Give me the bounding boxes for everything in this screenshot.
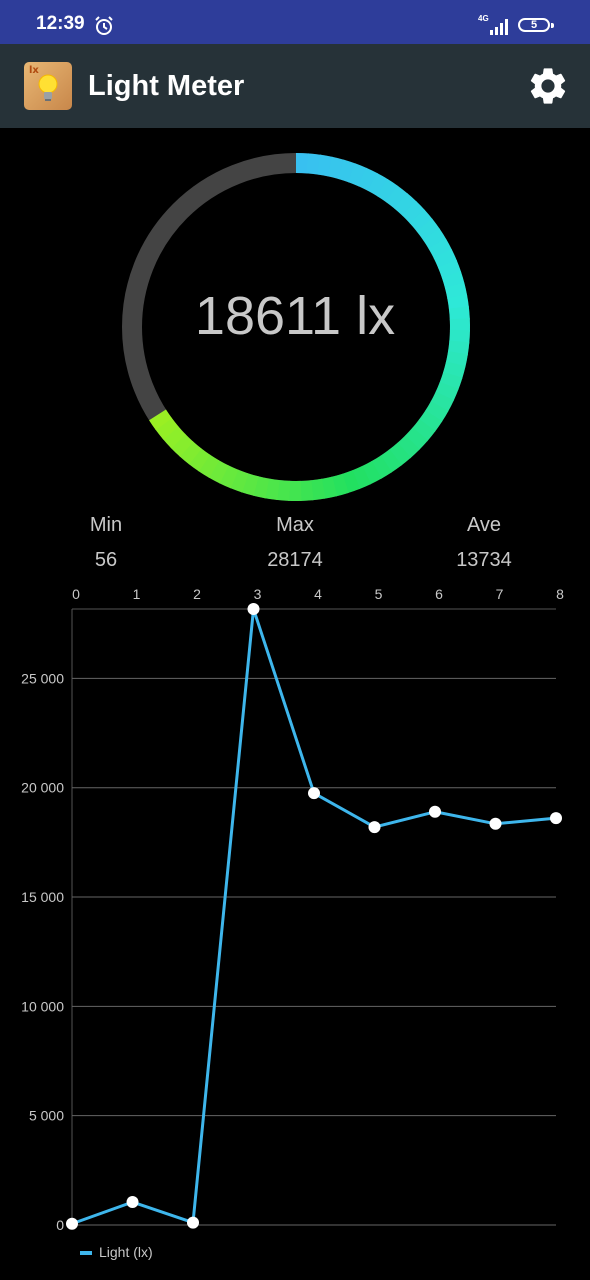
gauge-arc-segment [317, 154, 334, 177]
y-tick-label: 0 [56, 1217, 64, 1233]
status-bar: 12:39 4G 5 [0, 0, 590, 44]
x-tick-label: 3 [254, 586, 262, 602]
x-tick-label: 1 [133, 586, 141, 602]
data-point [126, 1196, 139, 1209]
data-point [66, 1217, 78, 1230]
x-tick-label: 5 [375, 586, 383, 602]
gauge-arc-segment [331, 473, 349, 497]
gear-icon[interactable] [526, 64, 570, 108]
gauge-arc-segment [376, 178, 399, 203]
data-point [489, 817, 502, 830]
gauge-arc-segment [402, 200, 426, 224]
min-label: Min [89, 514, 123, 536]
y-tick-label: 5 000 [29, 1108, 64, 1124]
data-point [550, 812, 562, 825]
y-tick-label: 25 000 [21, 670, 64, 686]
gauge-arc-segment [188, 447, 211, 472]
gauge-arc-segment [428, 238, 453, 259]
gauge-arc-segment [179, 441, 202, 465]
ave-label: Ave [466, 514, 502, 536]
gauge-arc-segment [306, 153, 322, 175]
gauge-arc-segment [361, 460, 382, 485]
data-point [368, 821, 381, 834]
x-tick-label: 0 [72, 586, 80, 602]
series-line [71, 607, 557, 1226]
gauge-arc-segment [320, 476, 338, 499]
gauge-arc-segment [412, 419, 436, 442]
gauge-arc-segment [442, 361, 466, 379]
gauge-arc-segment [394, 192, 417, 217]
gauge-arc-segment [422, 228, 447, 250]
gauge-arc-segment [351, 465, 372, 490]
status-time: 12:39 [36, 13, 85, 34]
gauge-arc-segment [424, 401, 449, 423]
lightbulb-icon [38, 74, 58, 101]
app-bar: lx Light Meter [0, 44, 590, 128]
x-tick-label: 8 [556, 586, 564, 602]
gauge-arc-segment [252, 476, 270, 499]
signal-icon [490, 19, 508, 35]
data-point [429, 805, 441, 818]
gauge-arc-segment [208, 459, 229, 484]
gauge-arc-segment [229, 469, 249, 493]
x-tick-label: 4 [314, 586, 322, 602]
gauge-arc-segment [370, 455, 392, 480]
data-point [187, 1216, 199, 1229]
gauge-arc-segment [435, 381, 459, 402]
gauge-arc-segment [367, 172, 389, 197]
gauge-arc-segment [327, 156, 345, 180]
gauge-arc-segment [348, 163, 368, 187]
legend-swatch [80, 1251, 92, 1255]
gauge-arc-segment [198, 454, 220, 478]
legend-label: Light (lx) [99, 1244, 153, 1260]
y-tick-label: 10 000 [21, 998, 64, 1014]
gauge-arc-segment [438, 259, 462, 279]
gauge-arc-segment [404, 427, 428, 451]
gauge-arc-segment [418, 410, 443, 433]
gauge-value: 18611 lx [194, 286, 396, 346]
gauge-arc-segment [388, 442, 412, 466]
battery-tip [551, 23, 554, 28]
gauge-arc-segment [149, 409, 173, 431]
gauge-arc-segment [409, 209, 433, 232]
gauge-arc-segment [430, 391, 454, 412]
gauge-arc-segment [357, 167, 379, 192]
y-tick-label: 20 000 [21, 780, 64, 796]
gauge-arc-segment [379, 449, 402, 473]
x-tick-label: 7 [496, 586, 504, 602]
max-label: Max [276, 514, 314, 536]
light-chart: 0 5 000 10 000 15 000 20 000 25 000 0 1 2 3 4 5 6 7 8 [21, 586, 564, 1233]
data-point [247, 603, 260, 615]
app-title: Light Meter [88, 70, 245, 102]
gauge-arc-segment [170, 433, 194, 457]
ave-value: 13734 [456, 549, 512, 571]
gauge-arc-segment [299, 480, 314, 501]
gauge-arc-segment [241, 473, 259, 496]
alarm-icon [95, 16, 113, 35]
y-tick-label: 15 000 [21, 889, 64, 905]
gauge-arc-segment [445, 351, 468, 368]
gauge-arc-segment [416, 218, 440, 241]
data-point [308, 787, 320, 800]
gauge-arc-segment [264, 478, 280, 501]
gauge-arc-segment [341, 470, 361, 494]
gauge-arc-segment [162, 425, 186, 449]
gauge-arc-segment [433, 248, 458, 269]
min-value: 56 [94, 549, 118, 571]
gauge-arc-segment [337, 159, 357, 183]
max-value: 28174 [267, 549, 323, 571]
gauge-arc-segment [218, 464, 239, 489]
gauge-arc-segment [310, 478, 326, 501]
gauge-arc-segment [439, 371, 463, 391]
gauge-arc-segment [276, 479, 291, 501]
gauge-arc-segment [385, 185, 408, 210]
x-tick-label: 2 [193, 586, 201, 602]
gauge-arc-segment [396, 435, 420, 459]
battery-icon: 5 [518, 18, 550, 32]
x-tick-label: 6 [435, 586, 443, 602]
gauge-arc-segment [155, 417, 179, 440]
app-logo: lx [24, 62, 72, 110]
